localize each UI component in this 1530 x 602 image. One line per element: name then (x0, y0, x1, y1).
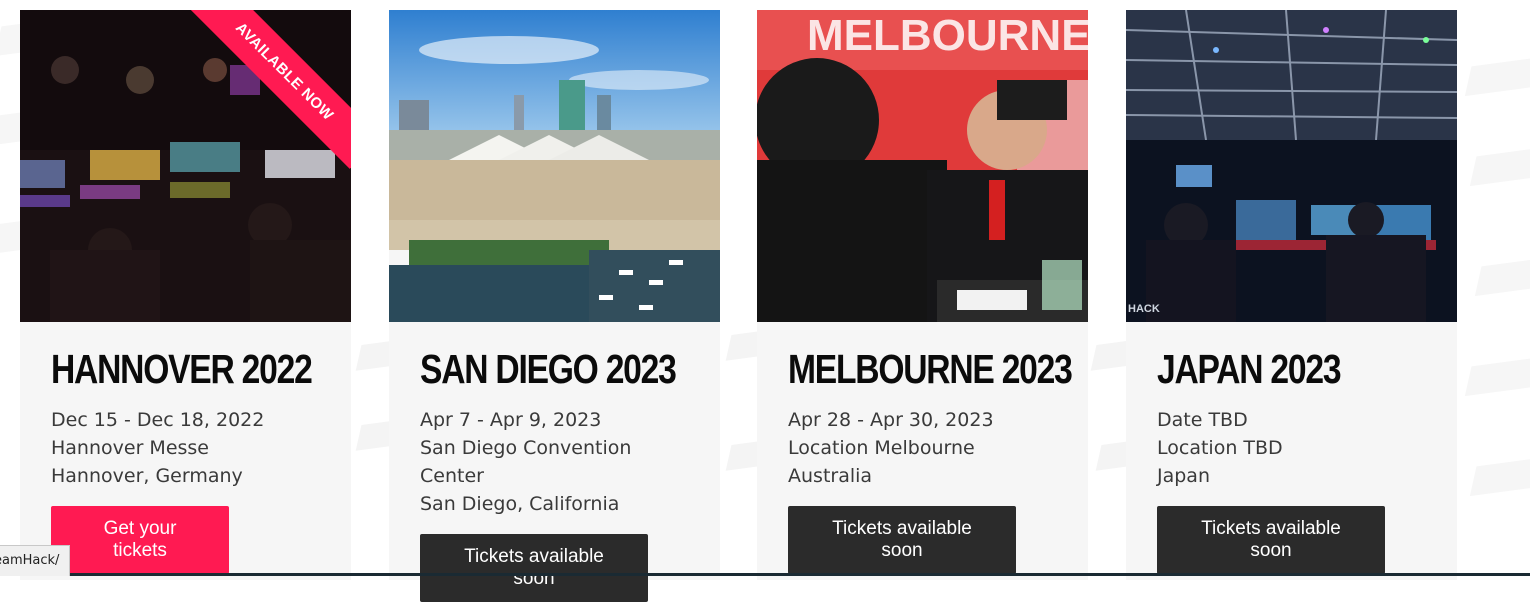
event-card-san-diego: SAN DIEGO 2023 Apr 7 - Apr 9, 2023 San D… (389, 10, 720, 602)
gaming-arena-photo (20, 10, 351, 322)
event-venue-line: Hannover, Germany (51, 465, 243, 487)
event-date: Apr 28 - Apr 30, 2023 (788, 409, 994, 431)
event-venue-line: San Diego, California (420, 493, 620, 515)
event-photo-san-diego (389, 10, 720, 322)
event-photo-melbourne: MELBOURNE (757, 10, 1088, 322)
event-photo-japan: HACK (1126, 10, 1457, 322)
event-date: Apr 7 - Apr 9, 2023 (420, 409, 602, 431)
event-photo-hannover: AVAILABLE NOW (20, 10, 351, 322)
event-venue-line: San Diego Convention (420, 437, 632, 459)
event-title: JAPAN 2023 (1157, 346, 1342, 392)
get-tickets-button[interactable]: Get your tickets (51, 506, 229, 574)
convention-center-photo (389, 10, 720, 322)
event-venue-line: Center (420, 465, 484, 487)
tickets-soon-button[interactable]: Tickets available soon (1157, 506, 1385, 574)
event-venue-line: Japan (1157, 465, 1210, 487)
event-venue-line: Location TBD (1157, 437, 1283, 459)
event-title: HANNOVER 2022 (51, 346, 313, 392)
event-card-hannover: AVAILABLE NOW HANNOVER 2022 Dec 15 - Dec… (20, 10, 351, 580)
event-info: Date TBD Location TBD Japan (1157, 406, 1437, 490)
event-date: Dec 15 - Dec 18, 2022 (51, 409, 265, 431)
tickets-soon-button[interactable]: Tickets available soon (788, 506, 1016, 574)
event-card-melbourne: MELBOURNE MELBOURNE 2023 Apr 28 - Apr 30… (757, 10, 1088, 580)
lan-hall-photo: HACK (1126, 10, 1457, 322)
dreamhack-watermark: HACK (1128, 303, 1160, 315)
event-card-japan: HACK JAPAN 2023 Date TBD Location TBD Ja… (1126, 10, 1457, 580)
event-venue-line: Australia (788, 465, 873, 487)
event-venue-line: Hannover Messe (51, 437, 209, 459)
event-title: MELBOURNE 2023 (788, 346, 1073, 392)
event-info: Apr 28 - Apr 30, 2023 Location Melbourne… (788, 406, 1068, 490)
tickets-soon-button[interactable]: Tickets available soon (420, 534, 648, 602)
event-date: Date TBD (1157, 409, 1248, 431)
event-info: Dec 15 - Dec 18, 2022 Hannover Messe Han… (51, 406, 331, 490)
melbourne-sign-text: MELBOURNE (807, 11, 1088, 60)
meet-and-greet-photo: MELBOURNE (757, 10, 1088, 322)
event-title: SAN DIEGO 2023 (420, 346, 677, 392)
link-status-bar: eamHack/ (0, 545, 71, 576)
event-info: Apr 7 - Apr 9, 2023 San Diego Convention… (420, 406, 700, 518)
status-url: eamHack/ (0, 553, 60, 568)
event-venue-line: Location Melbourne (788, 437, 975, 459)
